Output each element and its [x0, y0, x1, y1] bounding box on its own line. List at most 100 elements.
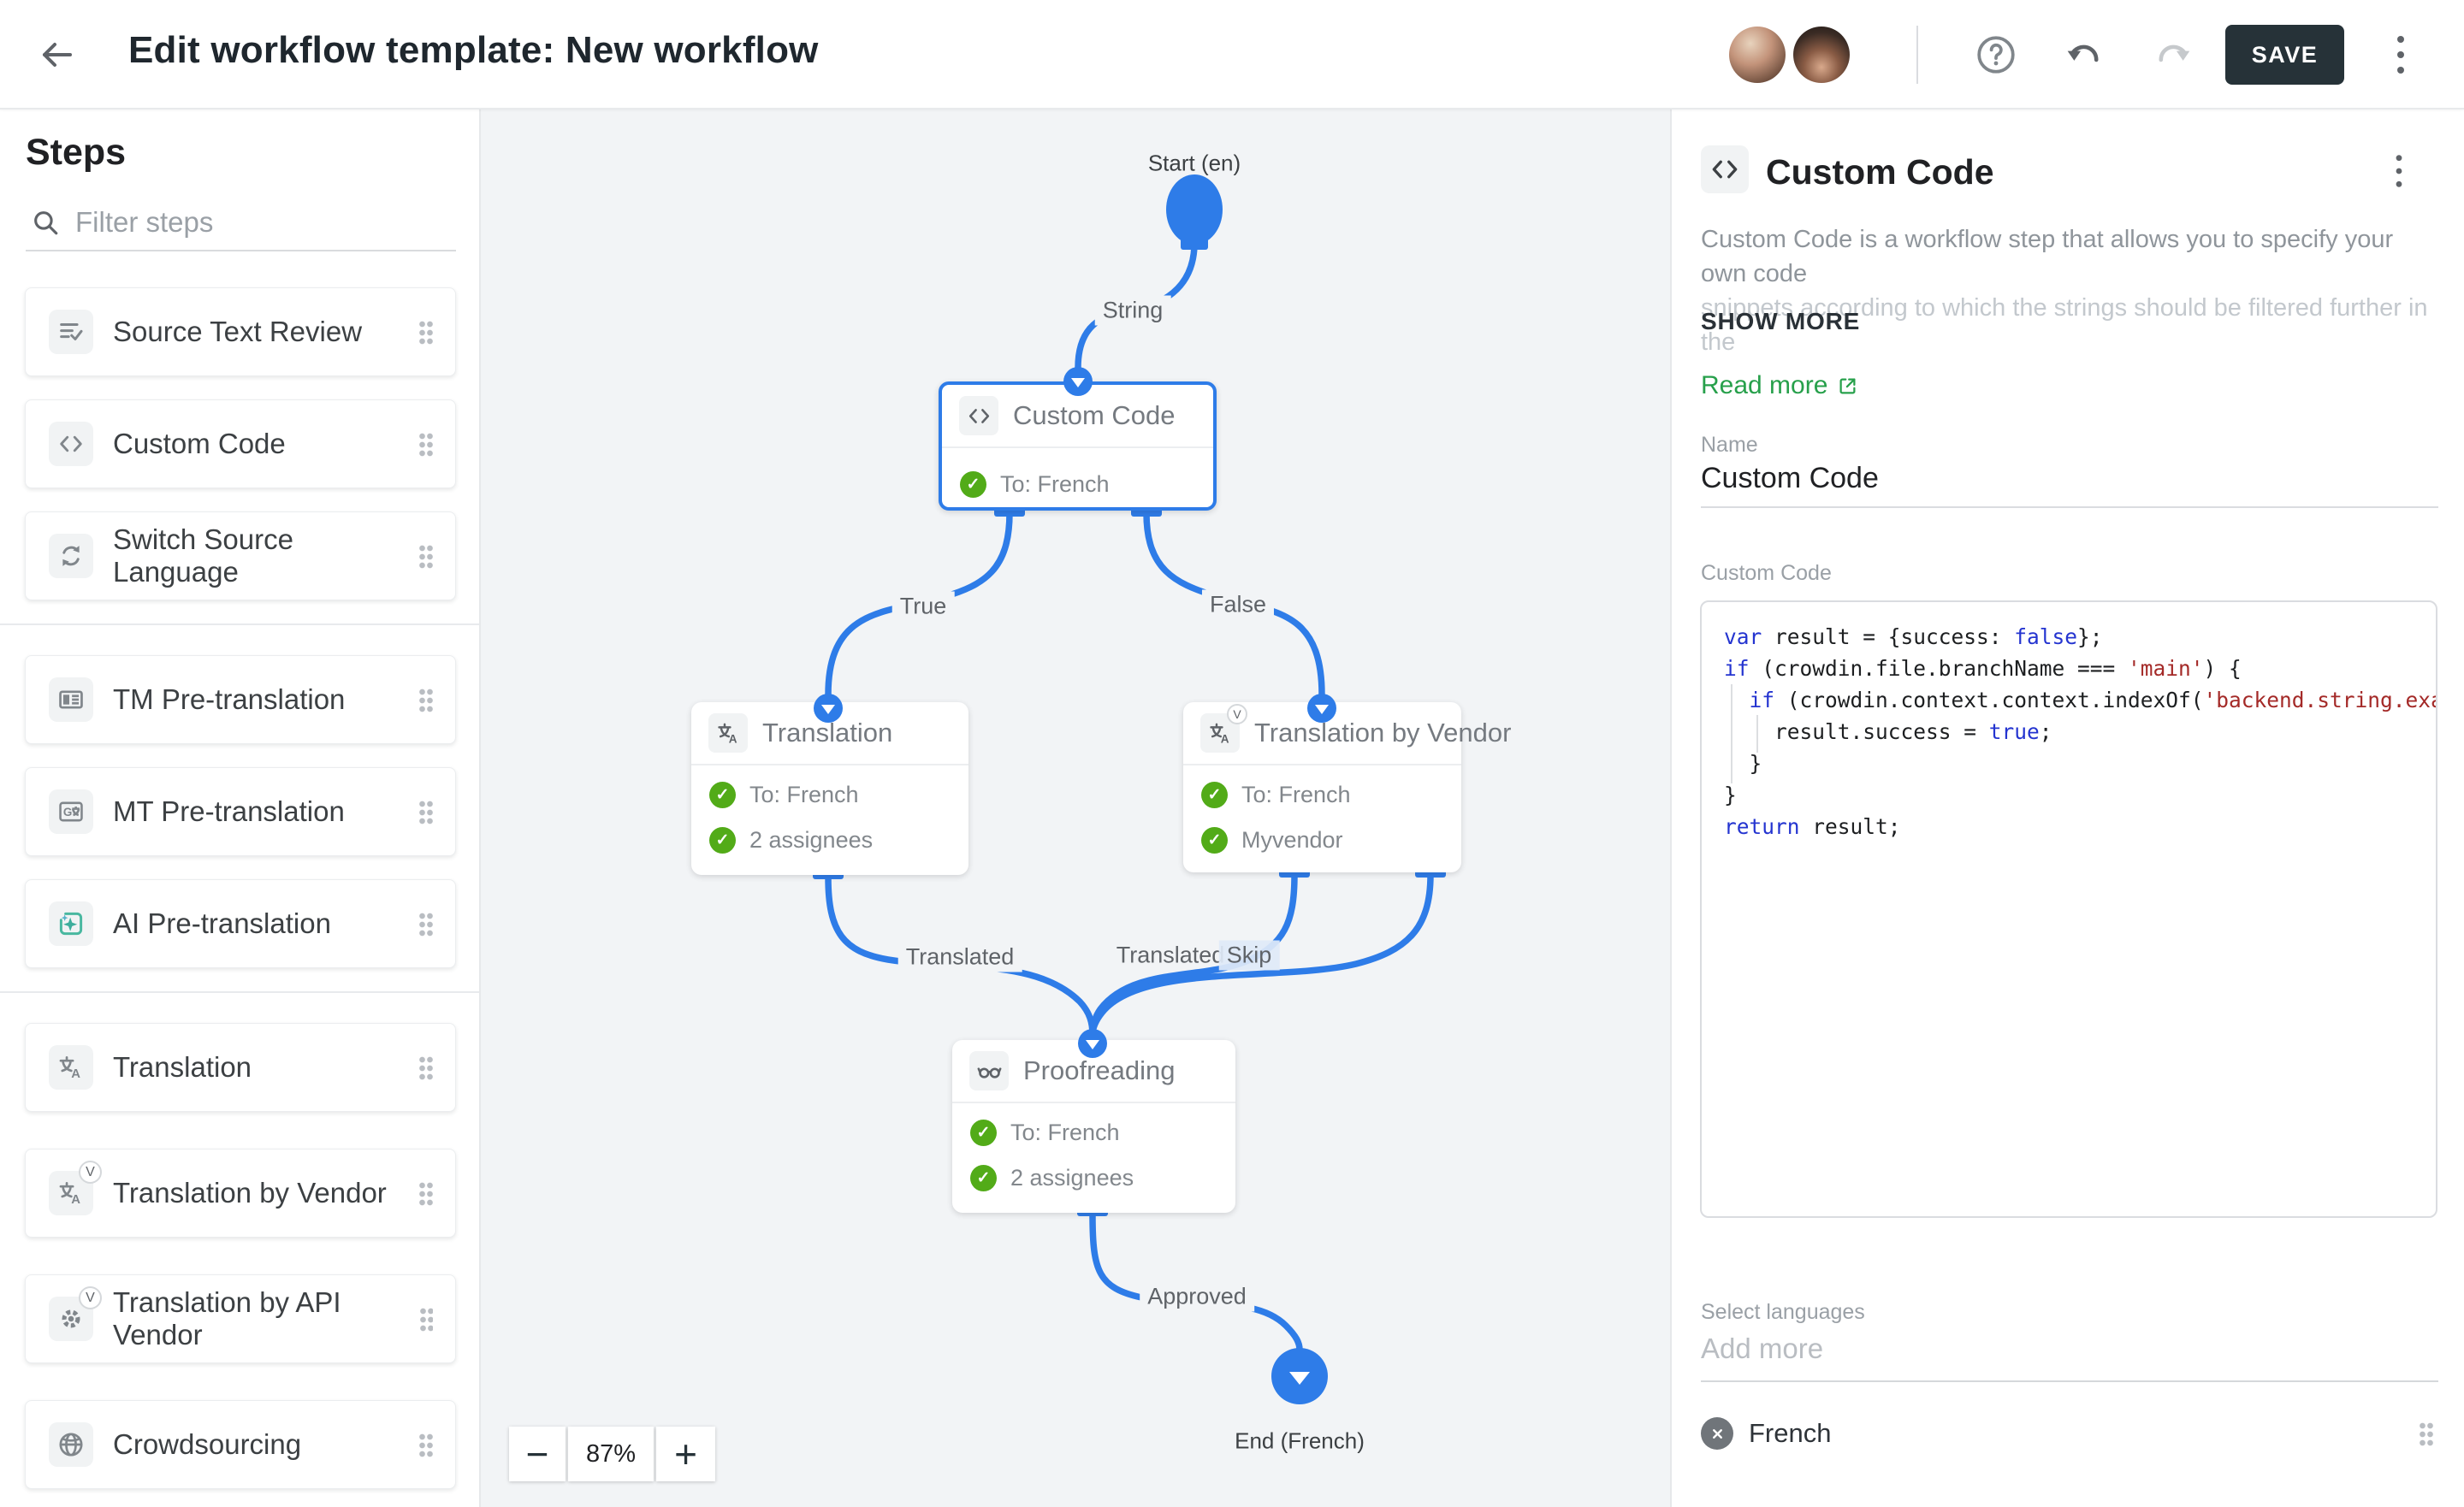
more-options-icon[interactable] — [2397, 36, 2404, 74]
sidebar-step-translation-by-api-vendor[interactable]: VTranslation by API Vendor — [25, 1274, 456, 1363]
steps-heading: Steps — [26, 132, 126, 174]
node-translation-by-vendor[interactable]: A V Translation by Vendor ✓To: French ✓M… — [1183, 702, 1461, 872]
tm-pre-translation-icon — [49, 677, 93, 722]
name-input[interactable] — [1701, 462, 2438, 495]
custom-code-icon — [959, 396, 998, 435]
drag-handle-icon[interactable] — [418, 1181, 433, 1206]
step-options-icon[interactable] — [2396, 155, 2402, 186]
node-header: Custom Code — [942, 385, 1213, 448]
undo-icon[interactable] — [2062, 34, 2105, 74]
language-name: French — [1749, 1418, 1831, 1449]
show-more-button[interactable]: SHOW MORE — [1701, 308, 1860, 335]
collaborator-avatar[interactable] — [1793, 27, 1850, 83]
sidebar-step-label: Translation — [113, 1051, 252, 1084]
check-icon: ✓ — [1201, 782, 1228, 808]
node-header: A V Translation by Vendor — [1183, 702, 1461, 765]
filter-steps-field[interactable] — [26, 195, 456, 251]
drag-handle-icon[interactable] — [418, 544, 433, 569]
sidebar-step-translation[interactable]: A Translation — [25, 1023, 456, 1112]
input-underline — [1701, 1380, 2438, 1382]
panel-title: Custom Code — [1766, 152, 1994, 192]
sidebar-step-label: AI Pre-translation — [113, 907, 331, 940]
code-content: var result = {success: false};if (crowdi… — [1724, 621, 2436, 842]
edge-label-string: String — [1095, 296, 1171, 326]
source-text-review-icon — [49, 310, 93, 354]
drag-handle-icon[interactable] — [418, 912, 433, 937]
drag-handle-icon[interactable] — [418, 1433, 433, 1457]
drag-handle-icon[interactable] — [2419, 1421, 2433, 1446]
save-button[interactable]: SAVE — [2225, 25, 2344, 85]
code-editor[interactable]: var result = {success: false};if (crowdi… — [1700, 600, 2437, 1218]
end-node-label: End (French) — [1235, 1428, 1365, 1455]
select-languages-label: Select languages — [1701, 1300, 1865, 1325]
node-status-row: ✓To: French — [691, 772, 968, 818]
custom-code-icon — [49, 422, 93, 466]
help-icon[interactable] — [1975, 33, 2017, 76]
check-icon: ✓ — [960, 471, 986, 498]
sidebar-step-custom-code[interactable]: Custom Code — [25, 399, 456, 488]
node-status-row: ✓Myvendor — [1183, 818, 1461, 863]
mt-pre-translation-icon: G — [49, 789, 93, 834]
sidebar-step-label: MT Pre-translation — [113, 795, 345, 828]
input-underline — [1701, 506, 2438, 508]
drag-handle-icon[interactable] — [418, 320, 433, 345]
sidebar-step-mt-pre-translation[interactable]: G MT Pre-translation — [25, 767, 456, 856]
custom-code-icon — [1701, 145, 1749, 193]
back-arrow-icon[interactable] — [36, 34, 77, 75]
start-node-label: Start (en) — [1148, 151, 1241, 177]
node-custom-code[interactable]: Custom Code ✓ To: French — [939, 381, 1217, 511]
svg-text:A: A — [71, 1193, 80, 1207]
sidebar-step-label: Switch Source Language — [113, 523, 418, 588]
svg-text:A: A — [1220, 732, 1229, 745]
sidebar-step-label: Source Text Review — [113, 316, 362, 348]
workflow-edges — [481, 109, 1670, 1507]
drag-handle-icon[interactable] — [418, 688, 433, 712]
external-link-icon — [1836, 375, 1859, 398]
check-icon: ✓ — [970, 1120, 997, 1146]
check-icon: ✓ — [970, 1165, 997, 1191]
node-status-row: ✓To: French — [952, 1110, 1235, 1155]
node-status-row: ✓2 assignees — [952, 1155, 1235, 1201]
sidebar-step-translation-by-vendor[interactable]: AVTranslation by Vendor — [25, 1149, 456, 1238]
steps-list: Source Text Review Custom Code Switch Sour… — [0, 287, 481, 1507]
language-item-french: French — [1701, 1406, 2438, 1461]
indent-guide — [1756, 715, 1758, 753]
drag-handle-icon[interactable] — [418, 800, 433, 824]
sidebar-step-label: Crowdsourcing — [113, 1428, 301, 1461]
sidebar-step-label: Translation by Vendor — [113, 1177, 387, 1209]
sidebar-step-source-text-review[interactable]: Source Text Review — [25, 287, 456, 376]
step-description: Custom Code is a workflow step that allo… — [1701, 222, 2438, 359]
sidebar-step-switch-source-language[interactable]: Switch Source Language — [25, 511, 456, 600]
node-status-row: ✓To: French — [1183, 772, 1461, 818]
ai-pre-translation-icon — [49, 901, 93, 946]
zoom-out-button[interactable]: − — [509, 1427, 566, 1481]
gear-icon: V — [49, 1297, 93, 1341]
sidebar-step-crowdsourcing[interactable]: Crowdsourcing — [25, 1400, 456, 1489]
redo-icon[interactable] — [2153, 34, 2195, 74]
collaborator-avatar[interactable] — [1729, 27, 1786, 83]
node-title: Translation — [762, 718, 892, 748]
node-translation[interactable]: A Translation ✓To: French ✓2 assignees — [691, 702, 968, 875]
svg-text:A: A — [71, 1067, 80, 1081]
globe-icon — [49, 1422, 93, 1467]
filter-steps-input[interactable] — [75, 206, 456, 239]
svg-text:A: A — [728, 732, 737, 745]
node-proofreading[interactable]: Proofreading ✓To: French ✓2 assignees — [952, 1040, 1235, 1213]
read-more-link[interactable]: Read more — [1701, 371, 1859, 400]
add-language-input[interactable] — [1701, 1333, 2438, 1365]
node-header: Proofreading — [952, 1040, 1235, 1103]
drag-handle-icon[interactable] — [419, 1307, 433, 1332]
check-icon: ✓ — [1201, 827, 1228, 854]
edge-label-false: False — [1202, 590, 1274, 620]
drag-handle-icon[interactable] — [418, 432, 433, 457]
check-icon: ✓ — [709, 782, 736, 808]
translate-vendor-icon: A V — [1200, 713, 1240, 753]
remove-language-icon[interactable] — [1701, 1417, 1733, 1450]
vendor-badge: V — [1227, 704, 1247, 724]
drag-handle-icon[interactable] — [418, 1055, 433, 1080]
workflow-canvas[interactable]: Custom Code ✓ To: French A Translation ✓… — [481, 109, 1670, 1507]
zoom-in-button[interactable]: + — [656, 1427, 715, 1481]
sidebar-step-tm-pre-translation[interactable]: TM Pre-translation — [25, 655, 456, 744]
zoom-control: − 87% + — [509, 1427, 715, 1481]
sidebar-step-ai-pre-translation[interactable]: AI Pre-translation — [25, 879, 456, 968]
